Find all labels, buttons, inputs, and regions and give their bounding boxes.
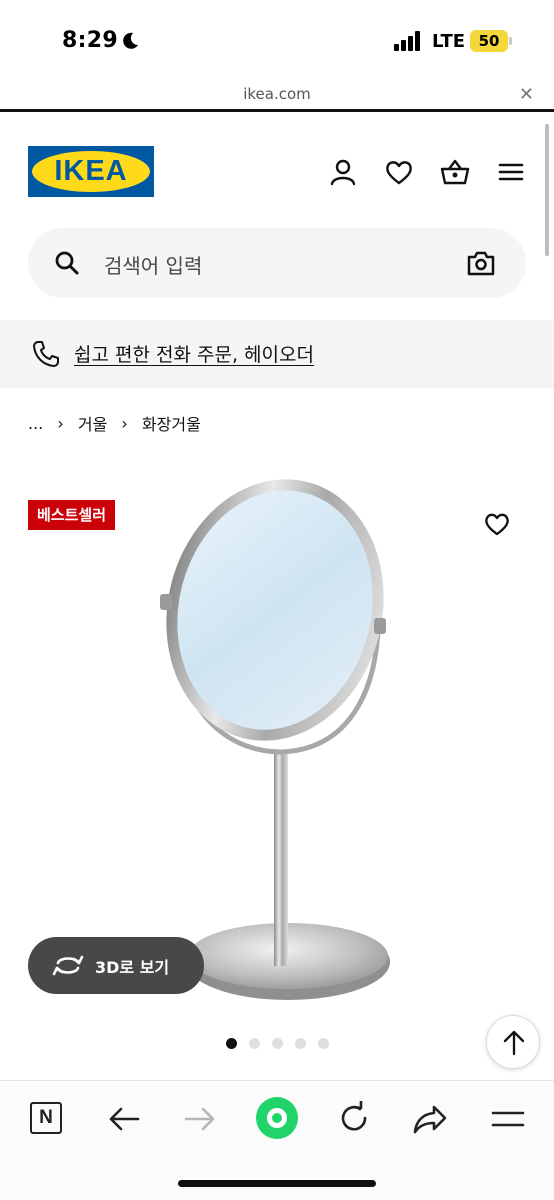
- breadcrumb-item-mirror[interactable]: 거울: [78, 411, 107, 435]
- phone-order-banner[interactable]: 쉽고 편한 전화 주문, 헤이오더: [0, 320, 554, 388]
- bestseller-badge: 베스트셀러: [28, 500, 116, 530]
- menu-lines-icon[interactable]: [488, 1101, 528, 1137]
- logo-text: IKEA: [54, 155, 128, 187]
- menu-icon[interactable]: [496, 157, 526, 187]
- url-text[interactable]: ikea.com: [0, 85, 554, 103]
- status-bar: 8:29 LTE 50: [0, 0, 554, 80]
- status-time: 8:29: [62, 28, 118, 53]
- view-3d-button[interactable]: 3D로 보기: [28, 937, 204, 994]
- view-3d-label: 3D로 보기: [95, 958, 170, 977]
- n-tab-icon[interactable]: N: [30, 1102, 62, 1134]
- battery-indicator: 50: [470, 30, 508, 52]
- rotate-3d-icon: [52, 955, 84, 976]
- battery-value: 50: [478, 32, 500, 50]
- basket-icon[interactable]: [440, 157, 470, 187]
- carousel-dot[interactable]: [226, 1038, 237, 1049]
- share-icon[interactable]: [410, 1101, 450, 1137]
- chevron-right-icon: ›: [57, 413, 64, 433]
- back-arrow-icon[interactable]: [104, 1101, 144, 1137]
- scroll-to-top-button[interactable]: [486, 1015, 540, 1069]
- forward-arrow-icon[interactable]: [180, 1101, 220, 1137]
- carousel-dot[interactable]: [272, 1038, 283, 1049]
- reload-icon[interactable]: [334, 1099, 374, 1137]
- search-bar[interactable]: 검색어 입력: [28, 228, 526, 298]
- breadcrumb: ... › 거울 › 화장거울: [28, 411, 201, 435]
- url-bar[interactable]: ikea.com ✕: [0, 82, 554, 112]
- breadcrumb-item-makeup-mirror[interactable]: 화장거울: [142, 411, 201, 435]
- network-label: LTE: [432, 31, 466, 52]
- arrow-up-icon: [503, 1030, 525, 1056]
- favorite-heart-icon[interactable]: [483, 510, 511, 538]
- breadcrumb-ellipsis[interactable]: ...: [28, 414, 43, 433]
- phone-order-link[interactable]: 쉽고 편한 전화 주문, 헤이오더: [74, 340, 314, 367]
- carousel-dot[interactable]: [295, 1038, 306, 1049]
- green-home-icon[interactable]: [256, 1097, 298, 1139]
- search-icon[interactable]: [54, 250, 80, 276]
- home-indicator: [178, 1180, 376, 1187]
- product-image[interactable]: [150, 470, 400, 1015]
- camera-icon[interactable]: [466, 249, 496, 277]
- moon-icon: [123, 32, 138, 49]
- carousel-dot[interactable]: [318, 1038, 329, 1049]
- carousel-dot[interactable]: [249, 1038, 260, 1049]
- ikea-logo[interactable]: IKEA: [28, 146, 154, 197]
- close-icon[interactable]: ✕: [519, 84, 534, 105]
- chevron-right-icon: ›: [121, 413, 128, 433]
- search-input[interactable]: 검색어 입력: [104, 250, 202, 279]
- battery-cap: [509, 37, 512, 45]
- user-icon[interactable]: [328, 157, 358, 187]
- signal-icon: [394, 31, 420, 51]
- phone-icon: [33, 341, 59, 367]
- heart-icon[interactable]: [384, 157, 414, 187]
- scroll-indicator: [545, 124, 549, 256]
